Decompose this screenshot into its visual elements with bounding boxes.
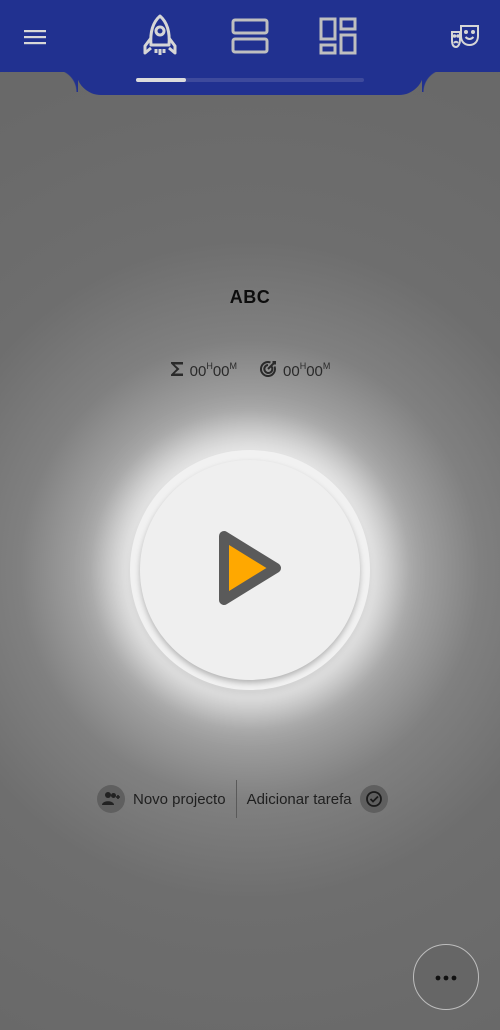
new-project-button[interactable]: Novo projecto: [97, 780, 226, 818]
more-options-button[interactable]: [413, 944, 479, 1010]
check-circle-icon: [359, 785, 388, 813]
total-time: 00H00M: [170, 358, 237, 384]
target-time-value: 00H00M: [283, 360, 331, 380]
theater-masks-icon: [450, 24, 480, 55]
target-icon: [259, 360, 277, 382]
play-icon: [218, 530, 282, 611]
theater-button[interactable]: [446, 20, 484, 58]
tab-dashboard[interactable]: [314, 14, 362, 62]
new-project-label: Novo projecto: [133, 790, 226, 808]
total-time-value: 00H00M: [189, 360, 237, 380]
tab-list-view[interactable]: [226, 14, 274, 62]
task-title: ABC: [229, 287, 271, 307]
active-tab-indicator: [136, 78, 186, 82]
target-time: 00H00M: [259, 358, 330, 384]
add-task-label: Adicionar tarefa: [246, 790, 352, 808]
timers-row: 00H00M 00H00M: [0, 358, 500, 384]
sigma-icon: [170, 361, 184, 381]
quick-actions: Novo projecto Adicionar tarefa: [97, 780, 405, 818]
more-dots-icon: [435, 968, 457, 986]
list-view-icon: [231, 17, 269, 60]
play-button[interactable]: [140, 460, 360, 680]
add-task-button[interactable]: Adicionar tarefa: [247, 780, 388, 818]
tab-rocket[interactable]: [136, 14, 184, 62]
actions-divider: [235, 780, 237, 818]
dashboard-icon: [319, 17, 357, 60]
hamburger-menu-icon[interactable]: [18, 20, 52, 54]
top-app-bar-tab-area: [54, 68, 446, 95]
add-people-icon: [97, 785, 125, 813]
rocket-icon: [142, 13, 178, 64]
